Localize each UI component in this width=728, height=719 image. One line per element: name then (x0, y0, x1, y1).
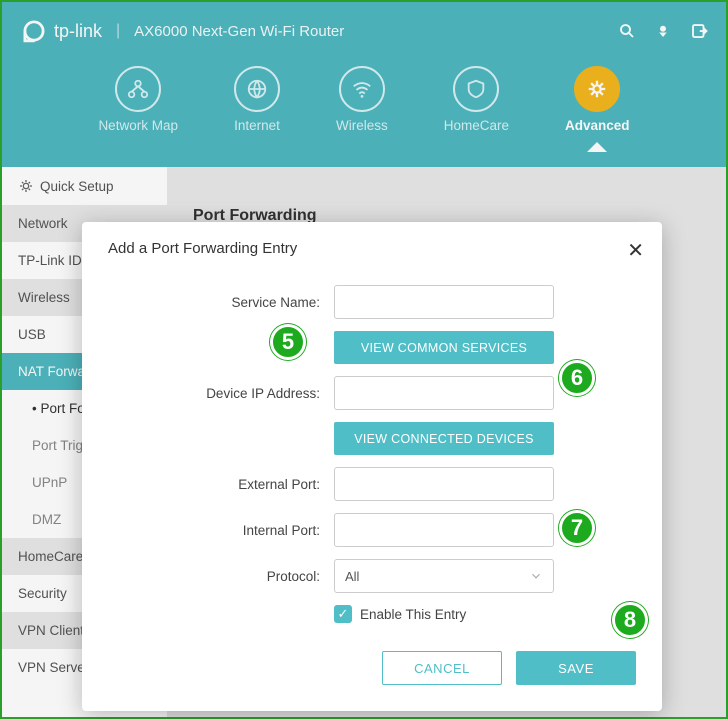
cancel-button[interactable]: CANCEL (382, 651, 502, 685)
enable-entry-checkbox[interactable]: ✓ (334, 605, 352, 623)
internal-port-label: Internal Port: (108, 523, 334, 538)
internal-port-input[interactable] (334, 513, 554, 547)
close-icon[interactable]: ✕ (627, 238, 644, 263)
device-ip-input[interactable] (334, 376, 554, 410)
view-connected-devices-button[interactable]: VIEW CONNECTED DEVICES (334, 422, 554, 455)
save-button[interactable]: SAVE (516, 651, 636, 685)
step-badge-6: 6 (559, 360, 595, 396)
external-port-label: External Port: (108, 477, 334, 492)
protocol-select[interactable]: All (334, 559, 554, 593)
step-badge-8: 8 (612, 602, 648, 638)
view-common-services-button[interactable]: VIEW COMMON SERVICES (334, 331, 554, 364)
chevron-down-icon (529, 569, 543, 583)
device-ip-label: Device IP Address: (108, 386, 334, 401)
modal-title: Add a Port Forwarding Entry (108, 240, 636, 257)
step-badge-7: 7 (559, 510, 595, 546)
service-name-input[interactable] (334, 285, 554, 319)
protocol-label: Protocol: (108, 569, 334, 584)
protocol-value: All (345, 569, 359, 584)
service-name-label: Service Name: (108, 295, 334, 310)
step-badge-5: 5 (270, 324, 306, 360)
external-port-input[interactable] (334, 467, 554, 501)
port-forwarding-modal: Add a Port Forwarding Entry ✕ Service Na… (82, 222, 662, 711)
enable-entry-label: Enable This Entry (360, 607, 466, 622)
